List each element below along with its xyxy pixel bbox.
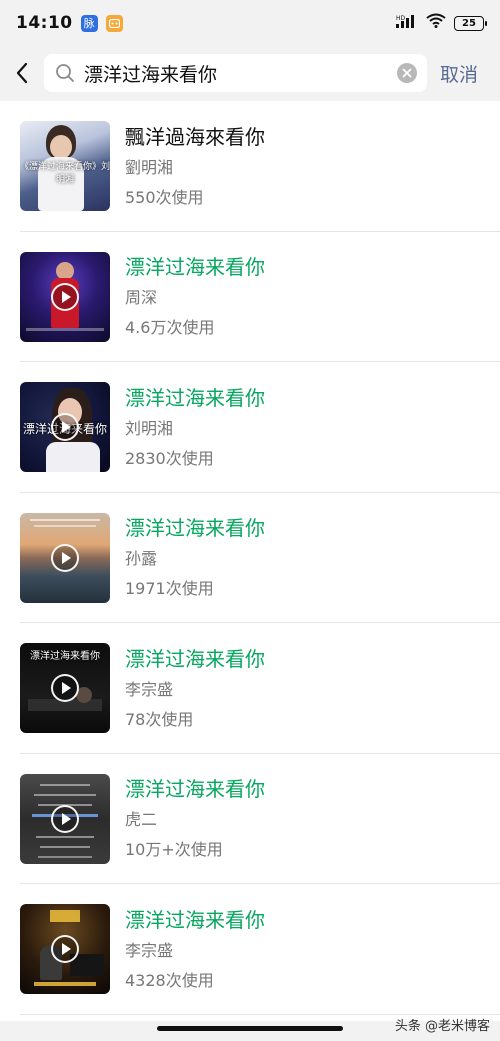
result-meta: 漂洋过海来看你 李宗盛 78次使用 — [125, 646, 265, 731]
play-icon — [51, 282, 79, 311]
list-item[interactable]: 漂洋过海来看你 漂洋过海来看你 刘明湘 2830次使用 — [0, 362, 500, 493]
status-time: 14:10 — [16, 13, 73, 33]
video-thumbnail — [20, 251, 110, 342]
song-title: 漂洋过海来看你 — [125, 777, 265, 802]
notification-app-icon — [105, 14, 123, 32]
usage-count: 1971次使用 — [125, 579, 214, 599]
video-thumbnail — [20, 773, 110, 864]
artist-name: 虎二 — [125, 810, 158, 830]
list-item[interactable]: 漂洋过海来看你 周深 4.6万次使用 — [0, 232, 500, 363]
artist-name: 劉明湘 — [125, 157, 174, 177]
result-meta: 漂洋过海来看你 李宗盛 4328次使用 — [125, 907, 265, 992]
song-title: 漂洋过海来看你 — [125, 646, 265, 671]
play-icon — [51, 543, 79, 572]
artist-name: 孙露 — [125, 549, 158, 569]
watermark: 头条 @老米博客 — [394, 1019, 490, 1034]
status-bar: 14:10 脉 HD 25 — [0, 0, 500, 46]
song-title: 漂洋过海来看你 — [125, 385, 265, 410]
signal-icon: HD — [396, 13, 418, 33]
back-arrow-icon — [16, 62, 28, 84]
usage-count: 78次使用 — [125, 709, 194, 729]
search-input[interactable] — [84, 62, 397, 84]
maimai-app-icon: 脉 — [80, 14, 98, 32]
song-title: 漂洋过海来看你 — [125, 255, 265, 280]
list-item[interactable]: 漂洋过海来看你 李宗盛 4328次使用 — [0, 884, 500, 1015]
video-thumbnail: 《漂洋过海来看你》刘明湘 — [20, 121, 110, 212]
search-header: 取消 — [0, 46, 500, 100]
result-list: 《漂洋过海来看你》刘明湘 飄洋過海來看你 劉明湘 550次使用 漂洋过海来看你 … — [0, 101, 500, 1021]
song-title: 漂洋过海来看你 — [125, 516, 265, 541]
usage-count: 550次使用 — [125, 187, 204, 207]
result-meta: 飄洋過海來看你 劉明湘 550次使用 — [125, 124, 265, 209]
search-icon — [54, 62, 76, 84]
video-thumbnail: 漂洋过海来看你 — [20, 382, 110, 473]
svg-text:HD: HD — [396, 15, 406, 22]
artist-name: 刘明湘 — [125, 418, 174, 438]
video-thumbnail — [20, 904, 110, 995]
thumbnail-caption: 漂洋过海来看你 — [30, 651, 100, 663]
result-meta: 漂洋过海来看你 孙露 1971次使用 — [125, 515, 265, 600]
back-button[interactable] — [0, 46, 44, 100]
artist-name: 李宗盛 — [125, 679, 174, 699]
usage-count: 4.6万次使用 — [125, 318, 215, 338]
battery-icon: 25 — [454, 15, 487, 31]
list-item[interactable]: 漂洋过海来看你 虎二 10万+次使用 — [0, 754, 500, 885]
clear-search-icon[interactable] — [397, 63, 417, 83]
usage-count: 2830次使用 — [125, 448, 214, 468]
search-box[interactable] — [44, 54, 427, 92]
status-icons: HD 25 — [396, 13, 487, 33]
result-meta: 漂洋过海来看你 刘明湘 2830次使用 — [125, 385, 265, 470]
video-thumbnail: 漂洋过海来看你 — [20, 643, 110, 734]
video-thumbnail — [20, 512, 110, 603]
wifi-icon — [426, 13, 446, 33]
home-indicator[interactable] — [157, 1026, 343, 1031]
list-item[interactable]: 漂洋过海来看你 漂洋过海来看你 李宗盛 78次使用 — [0, 623, 500, 754]
play-icon — [51, 804, 79, 833]
usage-count: 4328次使用 — [125, 970, 214, 990]
list-item[interactable]: 《漂洋过海来看你》刘明湘 飄洋過海來看你 劉明湘 550次使用 — [0, 101, 500, 232]
screen: 14:10 脉 HD 25 漂洋过海来看你 取消 《漂洋过海来看你》刘明湘 飄洋… — [0, 0, 500, 1041]
artist-name: 李宗盛 — [125, 940, 174, 960]
result-meta: 漂洋过海来看你 周深 4.6万次使用 — [125, 254, 265, 339]
play-icon — [51, 674, 79, 703]
song-title: 漂洋过海来看你 — [125, 907, 265, 932]
song-title: 飄洋過海來看你 — [125, 124, 265, 149]
cancel-button[interactable]: 取消 — [440, 60, 478, 87]
usage-count: 10万+次使用 — [125, 840, 223, 860]
thumbnail-caption: 《漂洋过海来看你》刘明湘 — [20, 162, 110, 186]
result-meta: 漂洋过海来看你 虎二 10万+次使用 — [125, 776, 265, 861]
artist-name: 周深 — [125, 288, 158, 308]
list-item[interactable]: 漂洋过海来看你 孙露 1971次使用 — [0, 493, 500, 624]
